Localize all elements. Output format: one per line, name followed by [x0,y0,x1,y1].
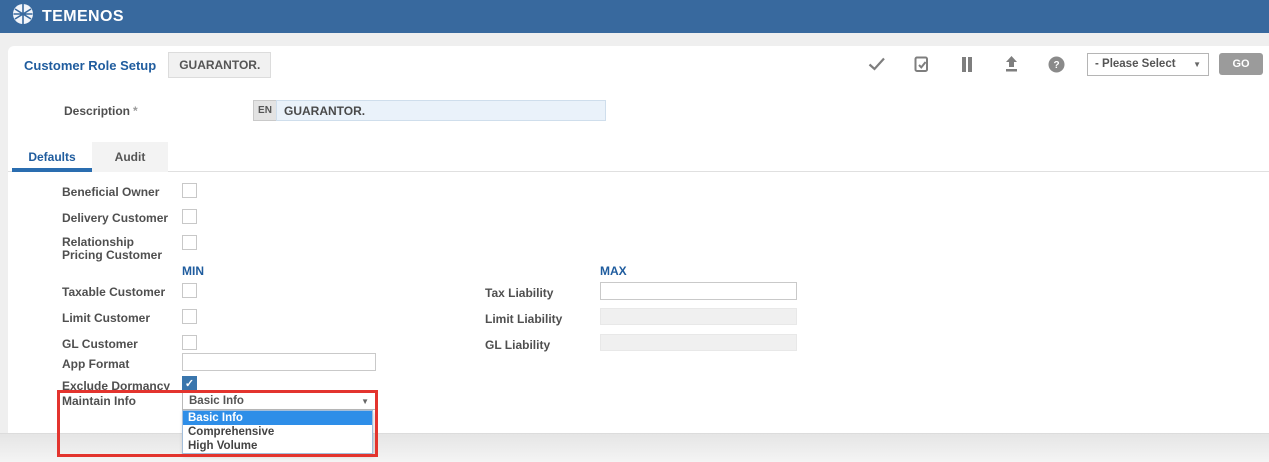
tab-audit[interactable]: Audit [92,142,168,172]
top-header-bar: TEMENOS [0,0,1269,33]
label-app-format: App Format [62,358,129,371]
page-title: Customer Role Setup [24,58,156,73]
app-format-input[interactable] [182,353,376,371]
hold-pause-icon[interactable] [944,57,989,72]
description-label: Description* [64,104,138,118]
checkbox-exclude-dormancy[interactable]: ✓ [182,376,197,391]
active-tab-underline [12,168,92,172]
upload-icon[interactable] [989,56,1034,72]
title-row: Customer Role Setup GUARANTOR. [24,52,271,78]
maintain-info-dropdown-list: Basic Info Comprehensive High Volume [182,410,373,454]
help-icon[interactable]: ? [1034,56,1079,73]
min-column-header: MIN [182,264,204,278]
checkbox-gl-customer[interactable] [182,335,197,350]
action-select-value: - Please Select [1095,58,1176,70]
svg-text:?: ? [1053,60,1059,71]
required-marker: * [133,104,138,118]
label-limit-liability: Limit Liability [485,313,562,326]
maintain-info-selected-value: Basic Info [189,395,244,407]
temenos-logo-icon [10,2,36,31]
description-input[interactable]: GUARANTOR. [276,100,606,121]
gl-liability-input [600,334,797,351]
label-taxable-customer: Taxable Customer [62,286,165,299]
max-column-header: MAX [600,264,627,278]
chevron-down-icon: ▼ [1193,60,1201,69]
checkbox-relationship-pricing-customer[interactable] [182,235,197,250]
label-gl-liability: GL Liability [485,339,550,352]
language-tag: EN [253,100,277,121]
content-card [8,46,1269,433]
label-maintain-info: Maintain Info [62,395,136,408]
checkbox-delivery-customer[interactable] [182,209,197,224]
commit-check-icon[interactable] [854,57,899,71]
dropdown-option-comprehensive[interactable]: Comprehensive [183,425,372,439]
record-id-badge: GUARANTOR. [168,52,271,78]
checkbox-taxable-customer[interactable] [182,283,197,298]
checkbox-limit-customer[interactable] [182,309,197,324]
chevron-down-icon: ▼ [361,397,369,406]
action-toolbar: ? - Please Select ▼ GO [854,52,1265,76]
label-delivery-customer: Delivery Customer [62,212,168,225]
label-beneficial-owner: Beneficial Owner [62,186,159,199]
dropdown-option-basic-info[interactable]: Basic Info [183,411,372,425]
go-button[interactable]: GO [1219,53,1263,75]
label-limit-customer: Limit Customer [62,312,150,325]
checkbox-beneficial-owner[interactable] [182,183,197,198]
checkmark-icon: ✓ [185,377,194,390]
dropdown-option-high-volume[interactable]: High Volume [183,439,372,453]
tax-liability-input[interactable] [600,282,797,300]
brand-name: TEMENOS [42,8,124,26]
label-relationship-pricing-customer: Relationship Pricing Customer [62,236,176,262]
tab-bar: Defaults Audit [8,142,1269,172]
action-select[interactable]: - Please Select ▼ [1087,53,1209,76]
maintain-info-select[interactable]: Basic Info ▼ [182,392,376,410]
validate-doc-icon[interactable] [899,56,944,73]
limit-liability-input [600,308,797,325]
label-exclude-dormancy: Exclude Dormancy [62,380,170,393]
label-tax-liability: Tax Liability [485,287,553,300]
label-gl-customer: GL Customer [62,338,138,351]
